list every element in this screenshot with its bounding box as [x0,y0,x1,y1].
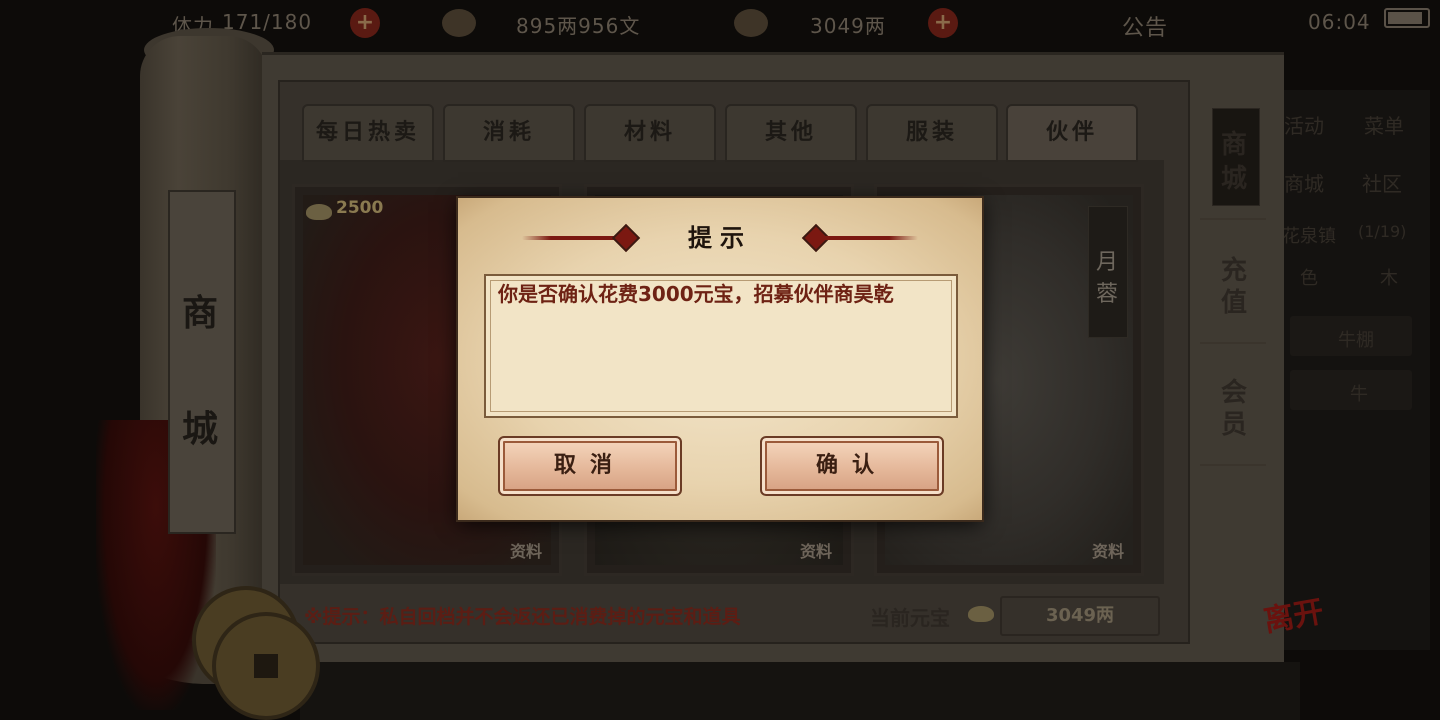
menu-menu[interactable]: 菜单 [1364,110,1404,139]
side-divider [1200,218,1266,220]
coin-hole [254,654,278,678]
side-slot-2-label: 牛 [1350,384,1368,405]
side-label-wood: 木 [1380,268,1398,289]
ingot-icon [306,204,332,220]
location-count: (1/19) [1358,222,1407,241]
bottom-toolbar [300,662,1300,720]
add-stamina-button[interactable]: + [350,8,380,38]
side-tab-vip-char-2[interactable]: 员 [1210,404,1258,441]
footer-hint: ※提示：私自回档并不会返还已消费掉的元宝和道具 [304,606,741,628]
money-value: 895两956文 [516,14,641,38]
side-divider [1200,342,1266,344]
cancel-button[interactable]: 取消 [498,436,682,496]
tab-costume[interactable]: 服装 [866,104,998,162]
tab-materials[interactable]: 材料 [584,104,716,162]
card-1-info-button[interactable]: 资料 [510,538,542,562]
tab-consumable[interactable]: 消耗 [443,104,575,162]
side-tab-recharge-char-2[interactable]: 值 [1210,282,1258,319]
side-tab-shop-char-1: 商 [1220,130,1247,160]
shop-title-char-2: 城 [181,408,218,450]
current-yuanbao-label: 当前元宝 [870,606,950,630]
side-tab-shop-char-2: 城 [1220,164,1247,194]
dialog-message: 你是否确认花费3000元宝，招募伙伴商昊乾 [498,282,894,306]
shop-title-char-1: 商 [181,292,218,334]
side-label-color: 色 [1300,268,1318,289]
notice-button[interactable]: 公告 [1122,10,1168,42]
partner-name-char-2: 蓉 [1095,282,1118,307]
side-slot-1[interactable]: 牛棚 [1290,316,1412,356]
yuanbao-value: 3049两 [810,14,886,38]
partner-name-char-1: 月 [1095,250,1118,275]
side-slot-2[interactable]: 牛 [1290,370,1412,410]
side-divider [1200,464,1266,466]
clock: 06:04 [1308,10,1371,34]
shop-title-plate [168,190,236,534]
card-3-info-button[interactable]: 资料 [1092,538,1124,562]
confirm-button[interactable]: 确认 [760,436,944,496]
location-name: 花泉镇 [1282,226,1336,247]
card-2-info-button[interactable]: 资料 [800,538,832,562]
tab-partner[interactable]: 伙伴 [1006,104,1138,162]
money-icon [442,9,476,37]
current-yuanbao-value: 3049两 [1000,596,1160,636]
menu-community[interactable]: 社区 [1362,168,1402,197]
dialog-title: 提示 [688,224,752,252]
leave-button[interactable]: 离开 [1256,594,1337,675]
side-slot-1-label: 牛棚 [1338,330,1374,351]
yuanbao-icon [734,9,768,37]
ingot-icon [968,606,994,622]
tab-daily-hot[interactable]: 每日热卖 [302,104,434,162]
add-yuanbao-button[interactable]: + [928,8,958,38]
tab-other[interactable]: 其他 [725,104,857,162]
menu-shop[interactable]: 商城 [1284,168,1324,197]
coin-decoration-icon [212,612,320,720]
card-1-price: 2500 [336,198,384,218]
battery-icon [1384,8,1430,28]
battery-level [1388,12,1422,24]
menu-activity[interactable]: 活动 [1284,110,1324,139]
